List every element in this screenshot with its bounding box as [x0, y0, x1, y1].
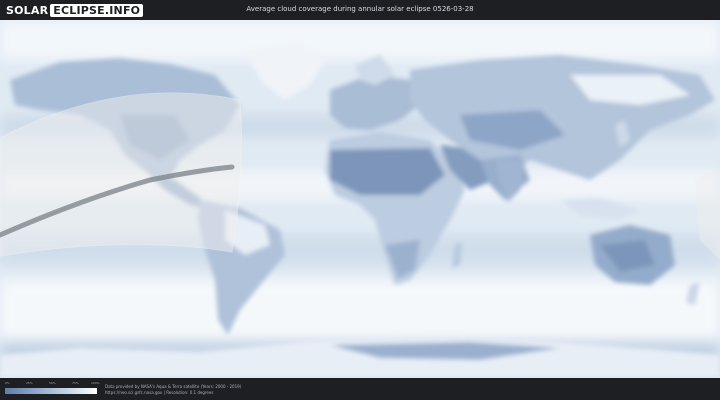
data-credits: Data provided by NASA's Aqua & Terra sat… — [105, 384, 241, 396]
legend-label-100: 100% — [91, 381, 100, 385]
legend-label-50: 50% — [49, 381, 56, 385]
legend-label-0: 0% — [5, 381, 10, 385]
legend-label-25: 25% — [26, 381, 33, 385]
cloud-coverage-world-map — [0, 20, 720, 378]
legend-label-75: 75% — [72, 381, 79, 385]
footer-bar: 0% 25% 50% 75% 100% Data provided by NAS… — [0, 378, 720, 400]
legend-labels: 0% 25% 50% 75% 100% — [5, 381, 100, 387]
header-bar: SOLAR ECLIPSE.INFO Average cloud coverag… — [0, 0, 720, 20]
map-title: Average cloud coverage during annular so… — [246, 5, 474, 13]
credit-line-2[interactable]: https://neo.sci.gsfc.nasa.gov | Resoluti… — [105, 390, 241, 396]
cloud-coverage-legend-bar — [5, 388, 97, 394]
